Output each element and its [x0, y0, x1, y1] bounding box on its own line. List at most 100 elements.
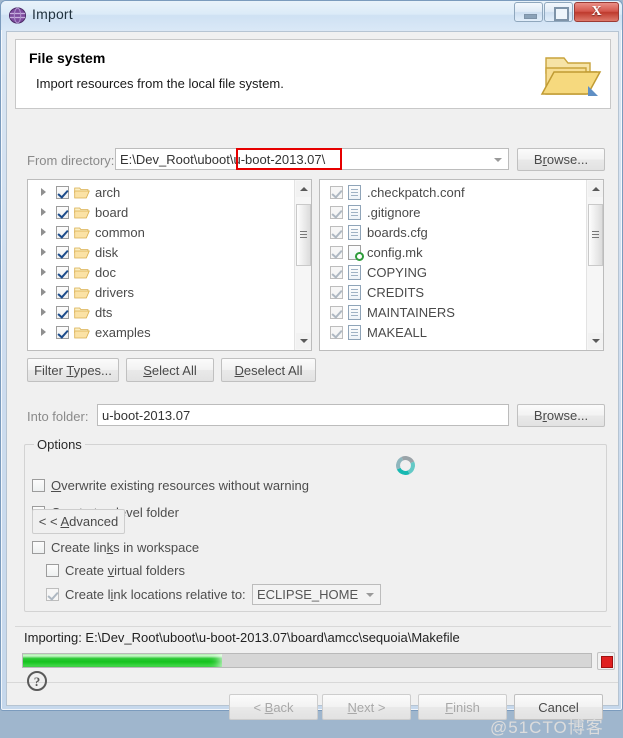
file-item-label: MAKEALL: [367, 324, 427, 340]
file-icon: [348, 264, 361, 280]
create-virtual-folders-checkbox[interactable]: Create virtual folders: [46, 563, 185, 578]
tree-item[interactable]: arch: [28, 182, 293, 202]
tree-item-label: doc: [95, 264, 116, 280]
from-directory-browse-button[interactable]: Browse...: [517, 148, 605, 171]
chevron-right-icon[interactable]: [41, 248, 46, 256]
help-button[interactable]: ?: [27, 671, 47, 691]
create-link-locations-checkbox-box[interactable]: [46, 588, 59, 601]
folder-icon: [74, 306, 90, 319]
tree-item[interactable]: common: [28, 222, 293, 242]
file-item[interactable]: boards.cfg: [320, 222, 585, 242]
create-virtual-folders-checkbox-box[interactable]: [46, 564, 59, 577]
open-folder-icon: [540, 57, 602, 96]
tree-item-checkbox[interactable]: [56, 205, 69, 219]
create-links-in-workspace-checkbox-box[interactable]: [32, 541, 45, 554]
into-folder-browse-button[interactable]: Browse...: [517, 404, 605, 427]
stop-icon[interactable]: [597, 652, 615, 670]
file-item-checkbox[interactable]: [330, 225, 343, 239]
tree-item[interactable]: disk: [28, 242, 293, 262]
file-item-checkbox[interactable]: [330, 305, 343, 319]
file-item-checkbox[interactable]: [330, 285, 343, 299]
next-button[interactable]: Next >: [322, 694, 411, 720]
create-link-locations-label: Create link locations relative to:: [65, 587, 246, 602]
chevron-down-icon[interactable]: [494, 158, 502, 162]
file-item-label: boards.cfg: [367, 224, 428, 240]
tree-scroll-thumb[interactable]: [296, 204, 311, 266]
tree-item-checkbox[interactable]: [56, 285, 69, 299]
file-scrollbar[interactable]: [586, 180, 603, 350]
file-icon: [348, 184, 361, 200]
tree-scrollbar[interactable]: [294, 180, 311, 350]
file-item[interactable]: .checkpatch.conf: [320, 182, 585, 202]
tree-item[interactable]: doc: [28, 262, 293, 282]
folder-icon: [74, 246, 90, 259]
file-scroll-down-button[interactable]: [588, 333, 603, 349]
minimize-button[interactable]: [514, 2, 543, 22]
tree-item-checkbox[interactable]: [56, 325, 69, 339]
overwrite-existing-checkbox-box[interactable]: [32, 479, 45, 492]
file-item[interactable]: config.mk: [320, 242, 585, 262]
file-scroll-thumb[interactable]: [588, 204, 603, 266]
tree-item[interactable]: examples: [28, 322, 293, 342]
into-folder-label: Into folder:: [27, 409, 89, 424]
file-item-checkbox[interactable]: [330, 325, 343, 339]
tree-scroll-up-button[interactable]: [296, 181, 311, 197]
create-links-in-workspace-checkbox[interactable]: Create links in workspace: [32, 540, 199, 555]
back-button[interactable]: < Back: [229, 694, 318, 720]
advanced-toggle-button[interactable]: < < Advanced: [32, 509, 125, 534]
tree-item-label: common: [95, 224, 145, 240]
relative-to-chevron-down-icon[interactable]: [366, 593, 374, 597]
tree-item-checkbox[interactable]: [56, 245, 69, 259]
filter-types-button[interactable]: Filter Types...: [27, 358, 119, 382]
file-item-checkbox[interactable]: [330, 245, 343, 259]
file-item-checkbox[interactable]: [330, 185, 343, 199]
title-bar: Import X: [1, 1, 622, 30]
close-button[interactable]: X: [574, 2, 619, 22]
tree-item-checkbox[interactable]: [56, 305, 69, 319]
page-title: File system: [29, 50, 106, 66]
deselect-all-button[interactable]: Deselect All: [221, 358, 316, 382]
file-item[interactable]: CREDITS: [320, 282, 585, 302]
file-item-label: COPYING: [367, 264, 427, 280]
footer-divider: [7, 682, 618, 683]
file-item[interactable]: COPYING: [320, 262, 585, 282]
file-list: .checkpatch.conf .gitignore boards.cfg conf…: [320, 180, 585, 350]
file-item[interactable]: .gitignore: [320, 202, 585, 222]
from-directory-input[interactable]: E:\Dev_Root\uboot\u-boot-2013.07\: [115, 148, 509, 170]
file-item-label: MAINTAINERS: [367, 304, 455, 320]
file-icon: [348, 224, 361, 240]
file-icon: [348, 204, 361, 220]
file-list-pane[interactable]: .checkpatch.conf .gitignore boards.cfg conf…: [319, 179, 604, 351]
chevron-right-icon[interactable]: [41, 268, 46, 276]
dialog-body: File system Import resources from the lo…: [6, 31, 619, 737]
tree-scroll-down-button[interactable]: [296, 333, 311, 349]
select-all-button[interactable]: Select All: [126, 358, 214, 382]
file-icon: [348, 304, 361, 320]
tree-item-checkbox[interactable]: [56, 225, 69, 239]
relative-to-combo[interactable]: ECLIPSE_HOME: [252, 584, 381, 605]
file-item[interactable]: MAINTAINERS: [320, 302, 585, 322]
file-item-checkbox[interactable]: [330, 265, 343, 279]
chevron-right-icon[interactable]: [41, 328, 46, 336]
file-scroll-up-button[interactable]: [588, 181, 603, 197]
directory-tree-pane[interactable]: arch board common disk doc drivers dts examples: [27, 179, 312, 351]
chevron-right-icon[interactable]: [41, 308, 46, 316]
tree-item-label: examples: [95, 324, 151, 340]
tree-item-label: dts: [95, 304, 113, 320]
maximize-button[interactable]: [544, 2, 573, 22]
create-link-locations-checkbox[interactable]: Create link locations relative to:: [46, 587, 246, 602]
into-folder-input[interactable]: u-boot-2013.07: [97, 404, 509, 426]
tree-item-checkbox[interactable]: [56, 265, 69, 279]
chevron-right-icon[interactable]: [41, 288, 46, 296]
chevron-right-icon[interactable]: [41, 188, 46, 196]
file-item-checkbox[interactable]: [330, 205, 343, 219]
tree-item[interactable]: dts: [28, 302, 293, 322]
tree-item-label: board: [95, 204, 129, 220]
tree-item[interactable]: drivers: [28, 282, 293, 302]
file-item[interactable]: MAKEALL: [320, 322, 585, 342]
chevron-right-icon[interactable]: [41, 208, 46, 216]
tree-item-checkbox[interactable]: [56, 185, 69, 199]
chevron-right-icon[interactable]: [41, 228, 46, 236]
tree-item[interactable]: board: [28, 202, 293, 222]
overwrite-existing-checkbox[interactable]: Overwrite existing resources without war…: [32, 478, 309, 493]
